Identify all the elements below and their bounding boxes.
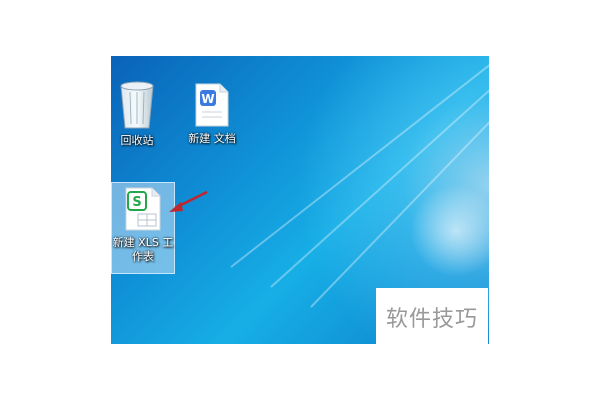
desktop-icon-wps-document[interactable]: W 新建 文档 <box>177 82 247 146</box>
wps-document-label: 新建 文档 <box>188 132 236 145</box>
desktop-icon-recycle-bin[interactable]: 回收站 <box>102 78 172 148</box>
wps-writer-badge: W <box>201 92 214 106</box>
watermark: 软件技巧 <box>376 288 488 346</box>
watermark-text: 软件技巧 <box>385 307 478 332</box>
wps-sheet-badge: S <box>132 195 141 210</box>
recycle-bin-label: 回收站 <box>120 134 154 147</box>
recycle-bin-icon <box>120 81 154 129</box>
annotation-arrow <box>169 190 208 212</box>
wps-spreadsheet-label: 新建 XLS 工 作表 <box>112 236 174 263</box>
wps-writer-icon: W <box>195 83 229 127</box>
wps-spreadsheet-icon: S <box>125 187 161 231</box>
